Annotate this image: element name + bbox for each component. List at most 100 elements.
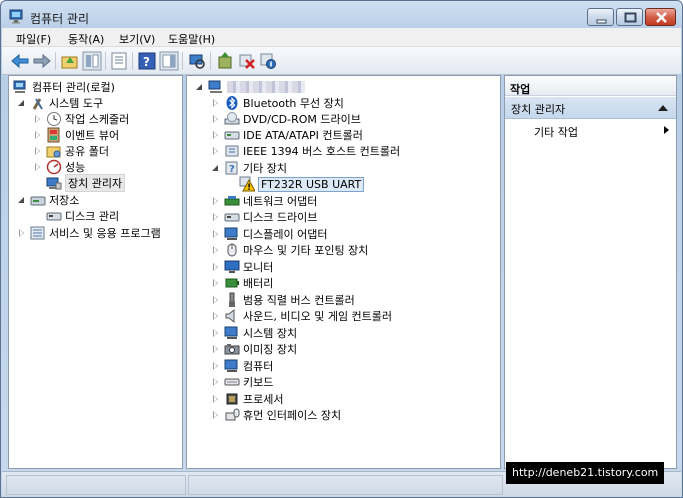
device-category-ide[interactable]: IDE ATA/ATAPI 컨트롤러: [211, 127, 363, 143]
tree-label-system-tools: 시스템 도구: [49, 97, 104, 110]
collapse-arrow-icon[interactable]: [17, 98, 27, 108]
computer-management-icon: [13, 80, 26, 93]
actions-section-device-manager[interactable]: 장치 관리자: [505, 97, 676, 119]
expand-arrow-icon[interactable]: [211, 361, 221, 371]
expand-arrow-icon[interactable]: [33, 130, 43, 140]
update-driver-icon[interactable]: [215, 51, 235, 71]
scan-hardware-icon[interactable]: [187, 51, 207, 71]
menu-help[interactable]: 도움말(H): [168, 31, 215, 47]
device-category-other[interactable]: ? 기타 장치: [211, 160, 287, 176]
expand-arrow-icon[interactable]: [211, 98, 221, 108]
expand-arrow-icon[interactable]: [211, 146, 221, 156]
expand-arrow-icon[interactable]: [211, 295, 221, 305]
expand-arrow-icon[interactable]: [211, 245, 221, 255]
properties-icon[interactable]: [109, 51, 129, 71]
device-category-disk[interactable]: 디스크 드라이브: [211, 209, 317, 225]
collapse-up-icon[interactable]: [658, 105, 668, 111]
tree-label-task-scheduler: 작업 스케줄러: [65, 113, 130, 126]
maximize-button[interactable]: [616, 8, 643, 26]
expand-arrow-icon[interactable]: [17, 228, 27, 238]
status-cell: [188, 475, 503, 495]
menu-file[interactable]: 파일(F): [16, 31, 51, 47]
collapse-arrow-icon[interactable]: [17, 195, 27, 205]
expand-arrow-icon[interactable]: [211, 114, 221, 124]
expand-arrow-icon[interactable]: [211, 229, 221, 239]
action-more-actions[interactable]: 기타 작업: [534, 124, 578, 140]
expand-arrow-icon[interactable]: [211, 377, 221, 387]
tree-label-storage: 저장소: [49, 194, 80, 207]
forward-arrow-icon[interactable]: [32, 51, 52, 71]
expand-arrow-icon[interactable]: [211, 278, 221, 288]
tree-node-disk-management[interactable]: 디스크 관리: [46, 208, 119, 224]
device-category-system[interactable]: 시스템 장치: [211, 325, 297, 341]
toolbar: ?: [2, 47, 681, 75]
expand-arrow-icon[interactable]: [211, 262, 221, 272]
device-category-processor[interactable]: 프로세서: [211, 391, 283, 407]
device-category-dvd[interactable]: DVD/CD-ROM 드라이브: [211, 111, 361, 127]
menu-action[interactable]: 동작(A): [68, 31, 104, 47]
device-category-bluetooth[interactable]: Bluetooth 무선 장치: [211, 95, 344, 111]
help-icon[interactable]: ?: [137, 51, 157, 71]
expand-arrow-icon[interactable]: [211, 311, 221, 321]
device-label-hid: 휴먼 인터페이스 장치: [243, 409, 342, 422]
submenu-arrow-icon[interactable]: [664, 126, 669, 134]
expand-arrow-icon[interactable]: [211, 196, 221, 206]
device-category-ieee1394[interactable]: IEEE 1394 버스 호스트 컨트롤러: [211, 143, 400, 159]
uninstall-icon[interactable]: [237, 51, 257, 71]
device-category-sound[interactable]: 사운드, 비디오 및 게임 컨트롤러: [211, 308, 392, 324]
expand-arrow-icon[interactable]: [33, 162, 43, 172]
back-arrow-icon[interactable]: [10, 51, 30, 71]
expand-arrow-icon[interactable]: [33, 146, 43, 156]
expand-arrow-icon[interactable]: [211, 344, 221, 354]
tree-node-services-apps[interactable]: 서비스 및 응용 프로그램: [17, 225, 161, 241]
device-category-hid[interactable]: 휴먼 인터페이스 장치: [211, 407, 341, 423]
tree-node-device-manager[interactable]: 장치 관리자: [46, 174, 126, 192]
title-bar[interactable]: 컴퓨터 관리: [1, 1, 682, 31]
speaker-icon: [225, 308, 235, 324]
expand-arrow-icon[interactable]: [211, 328, 221, 338]
tree-node-shared-folders[interactable]: 공유 폴더: [33, 143, 109, 159]
device-label-mouse: 마우스 및 기타 포인팅 장치: [243, 244, 369, 257]
device-category-usb[interactable]: 범용 직렬 버스 컨트롤러: [211, 292, 355, 308]
collapse-arrow-icon[interactable]: [211, 163, 221, 173]
tree-node-task-scheduler[interactable]: 작업 스케줄러: [33, 111, 129, 127]
device-category-mouse[interactable]: 마우스 및 기타 포인팅 장치: [211, 242, 368, 258]
device-category-display[interactable]: 디스플레이 어댑터: [211, 226, 327, 242]
expand-arrow-icon[interactable]: [211, 394, 221, 404]
close-button[interactable]: [645, 8, 676, 26]
tree-node-performance[interactable]: 성능: [33, 159, 85, 175]
device-category-keyboard[interactable]: 키보드: [211, 374, 273, 390]
tree-label-performance: 성능: [65, 161, 86, 174]
collapse-arrow-icon[interactable]: [195, 82, 205, 92]
device-label-computer: 컴퓨터: [243, 360, 274, 373]
device-category-network[interactable]: 네트워크 어댑터: [211, 193, 317, 209]
minimize-button[interactable]: [587, 8, 614, 26]
device-ft232r[interactable]: FT232R USB UART: [239, 176, 365, 192]
show-hide-icon[interactable]: [159, 51, 179, 71]
device-category-monitor[interactable]: 모니터: [211, 259, 273, 275]
expand-arrow-icon[interactable]: [33, 114, 43, 124]
tree-node-system-tools[interactable]: 시스템 도구: [17, 95, 103, 111]
device-category-imaging[interactable]: 이미징 장치: [211, 341, 297, 357]
watermark-url: http://deneb21.tistory.com: [506, 462, 664, 484]
expand-arrow-icon[interactable]: [211, 410, 221, 420]
ide-controller-icon: [224, 131, 240, 140]
tree-node-root[interactable]: 컴퓨터 관리(로컬): [13, 79, 115, 95]
device-category-battery[interactable]: 배터리: [211, 275, 273, 291]
tree-node-event-viewer[interactable]: 이벤트 뷰어: [33, 127, 119, 143]
console-tree-pane[interactable]: 컴퓨터 관리(로컬) 시스템 도구 작업 스케줄러 이벤트 뷰어 공유 폴더 성…: [8, 75, 183, 469]
tree-node-storage[interactable]: 저장소: [17, 192, 79, 208]
expand-arrow-icon[interactable]: [211, 130, 221, 140]
clock-icon: [47, 112, 61, 126]
up-folder-icon[interactable]: [60, 51, 80, 71]
device-tree-pane[interactable]: Bluetooth 무선 장치 DVD/CD-ROM 드라이브 IDE ATA/…: [186, 75, 501, 469]
disable-icon[interactable]: [258, 51, 278, 71]
console-tree-icon[interactable]: [82, 51, 102, 71]
device-tree-root[interactable]: [195, 79, 305, 95]
toolbar-separator: [182, 52, 183, 70]
monitor-icon: [224, 260, 240, 273]
device-label-sound: 사운드, 비디오 및 게임 컨트롤러: [243, 310, 393, 323]
menu-view[interactable]: 보기(V): [119, 31, 155, 47]
device-category-computer[interactable]: 컴퓨터: [211, 358, 273, 374]
expand-arrow-icon[interactable]: [211, 212, 221, 222]
